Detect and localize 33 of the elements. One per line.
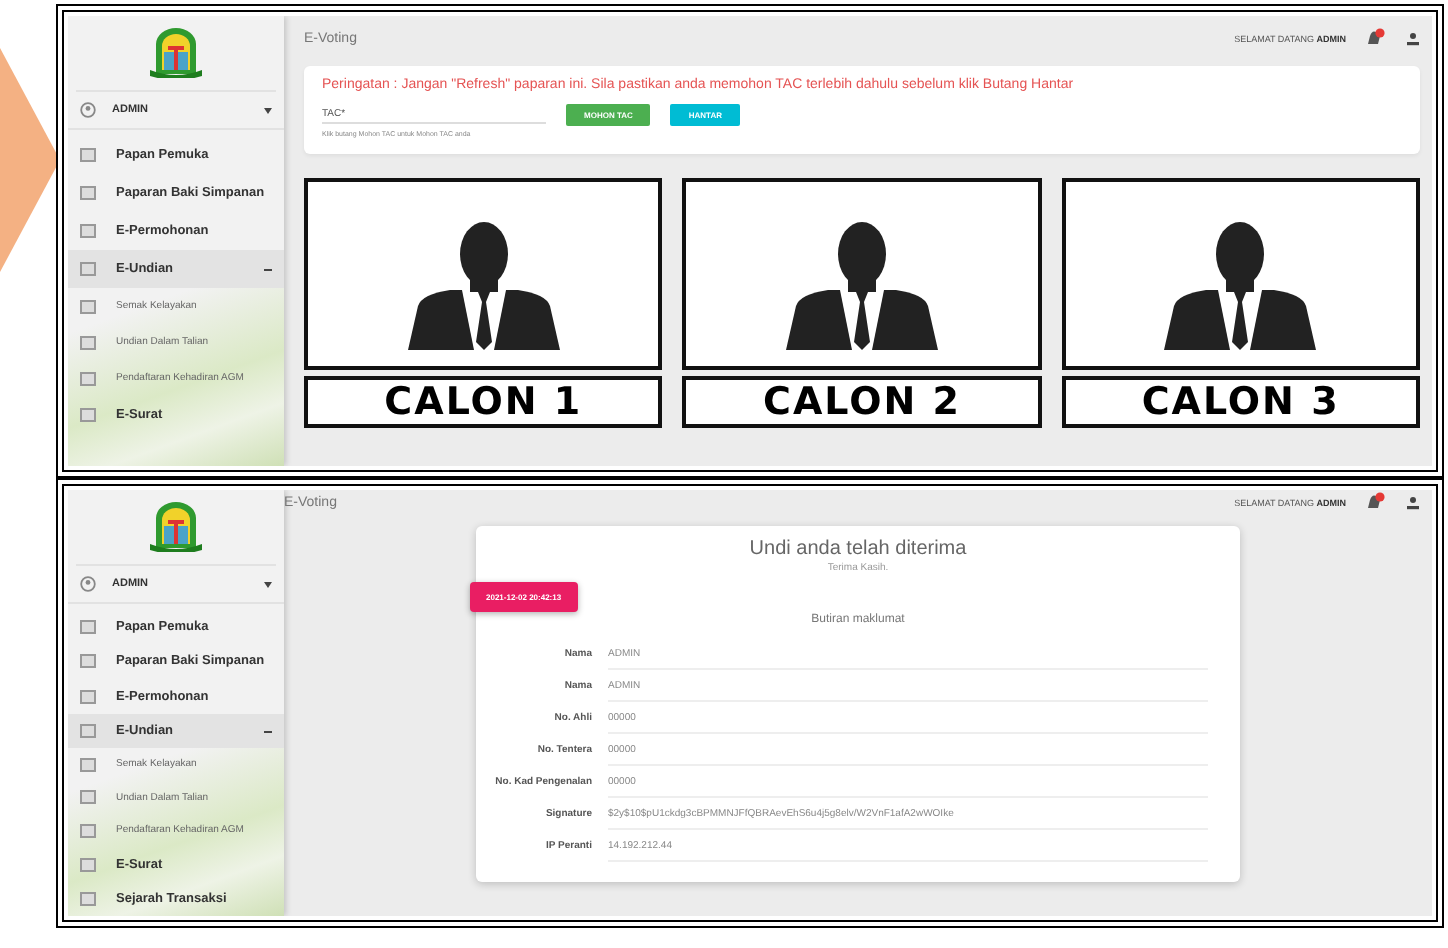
- candidate-photo[interactable]: [682, 178, 1042, 370]
- menu-icon: [80, 620, 96, 635]
- menu-icon: [80, 262, 96, 276]
- candidate-label: CALON 1: [304, 376, 663, 428]
- menu-icon: [80, 148, 96, 162]
- menu-icon: [80, 371, 96, 385]
- menu-icon: [80, 408, 96, 422]
- menu-icon: [80, 724, 96, 739]
- logo-icon: [150, 500, 202, 552]
- menu-icon: [80, 757, 96, 772]
- caret-icon[interactable]: [264, 107, 272, 113]
- candidate-label: CALON 3: [1061, 376, 1420, 428]
- menu-icon: [80, 224, 96, 238]
- user-icon[interactable]: [1406, 495, 1420, 509]
- menu-icon: [80, 891, 96, 906]
- candidate-photo[interactable]: [304, 178, 663, 370]
- caret-icon[interactable]: [264, 581, 272, 587]
- receipt-title: Undi anda telah diterima: [747, 538, 969, 560]
- menu-icon: [80, 823, 96, 838]
- user-icon: [80, 102, 96, 118]
- menu-icon: [80, 654, 96, 669]
- menu-icon: [80, 186, 96, 200]
- user-icon[interactable]: [1406, 31, 1420, 45]
- collapse-icon[interactable]: [264, 265, 272, 273]
- candidate-label: CALON 2: [682, 376, 1042, 428]
- menu-icon: [80, 335, 96, 349]
- menu-icon: [80, 299, 96, 313]
- user-icon: [80, 576, 96, 592]
- menu-icon: [80, 689, 96, 704]
- candidate-photo[interactable]: [1061, 178, 1420, 370]
- menu-icon: [80, 857, 96, 871]
- menu-icon: [80, 790, 96, 805]
- logo-icon: [150, 26, 202, 78]
